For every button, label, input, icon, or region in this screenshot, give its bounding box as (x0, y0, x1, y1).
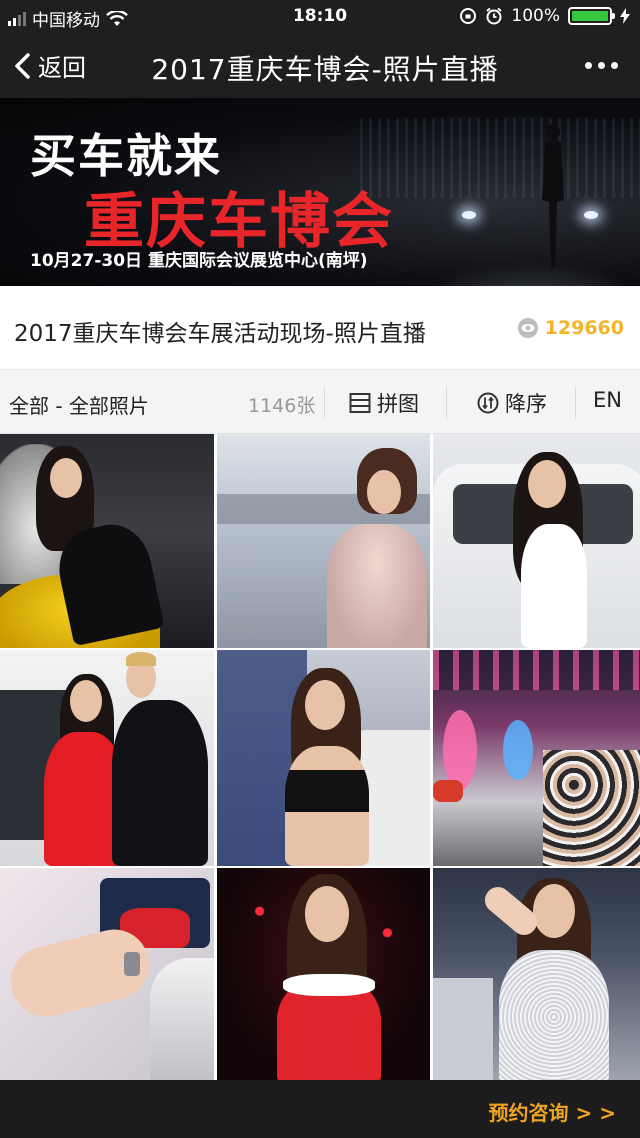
more-dot-icon (598, 62, 605, 69)
language-toggle[interactable]: EN (593, 388, 622, 412)
album-title: 2017重庆车博会车展活动现场-照片直播 (14, 321, 426, 347)
page-title: 2017重庆车博会-照片直播 (151, 53, 499, 86)
photo-stage-lights (433, 650, 640, 690)
collage-label: 拼图 (377, 392, 419, 416)
bottom-bar: 预约咨询 > > (0, 1080, 640, 1138)
filter-bar: 全部 - 全部照片 1146张 拼图 降序 EN (0, 370, 640, 434)
photo-thumbnail[interactable] (433, 650, 640, 866)
alarm-icon (486, 7, 503, 25)
photo-white-collar (283, 974, 375, 996)
banner-city-lights (360, 118, 640, 198)
more-menu-button[interactable] (585, 62, 618, 69)
eye-icon (517, 318, 538, 338)
photo-model-face (70, 680, 102, 722)
photo-man-suit (112, 700, 208, 866)
photo-thumbnail[interactable] (0, 868, 214, 1080)
photo-car-bg (433, 978, 493, 1080)
photo-blue-wings (503, 720, 533, 780)
divider (446, 387, 447, 419)
photo-pink-wings (443, 710, 477, 790)
status-right: 100% (459, 6, 630, 26)
photo-model-face (305, 886, 349, 942)
status-bar: 中国移动 18:10 100% (0, 0, 640, 34)
chevron-left-icon (15, 52, 30, 79)
view-count: 129660 (517, 317, 624, 339)
banner-model-silhouette (542, 124, 564, 268)
photo-thumbnail[interactable] (217, 868, 430, 1080)
photo-watch (124, 952, 140, 976)
rotation-lock-icon (460, 8, 477, 24)
album-header: 2017重庆车博会车展活动现场-照片直播 129660 (0, 286, 640, 370)
consult-button[interactable]: 预约咨询 > > (489, 1097, 616, 1126)
sort-icon (477, 392, 499, 414)
photo-thumbnail[interactable] (217, 650, 430, 866)
photo-model-face (50, 458, 82, 498)
photo-model-dress (521, 524, 587, 648)
photo-thumbnail[interactable] (433, 868, 640, 1080)
photo-thumbnail[interactable] (0, 650, 214, 866)
collage-icon (349, 393, 371, 413)
nav-bar: 返回 2017重庆车博会-照片直播 (0, 34, 640, 98)
photo-thumbnail[interactable] (433, 434, 640, 648)
sort-label: 降序 (505, 392, 547, 416)
headlight-right (584, 211, 598, 219)
photo-grid (0, 434, 640, 1080)
banner-car-silhouette (420, 258, 640, 286)
headlight-left (462, 211, 476, 219)
charging-icon (620, 8, 630, 24)
photo-car-mirror (150, 958, 214, 1080)
battery-percent: 100% (511, 6, 560, 26)
more-dot-icon (585, 62, 592, 69)
photo-man-hair (126, 652, 156, 666)
category-selector[interactable]: 全部 - 全部照片 (9, 390, 149, 419)
battery-icon (568, 7, 615, 25)
event-banner[interactable]: 买车就来 重庆车博会 10月27-30日 重庆国际会议展览中心(南坪) (0, 98, 640, 286)
photo-crowd (543, 750, 640, 866)
photo-red-car (433, 780, 463, 802)
more-dot-icon (611, 62, 618, 69)
view-count-value: 129660 (544, 317, 624, 339)
photo-count: 1146张 (248, 395, 316, 417)
language-label: EN (593, 388, 622, 412)
photo-thumbnail[interactable] (217, 434, 430, 648)
photo-model-face (533, 884, 575, 938)
photo-model-face (528, 460, 566, 508)
divider (324, 387, 325, 419)
photo-model-face (367, 470, 401, 514)
back-label: 返回 (38, 54, 86, 82)
divider (575, 387, 576, 419)
photo-model-outfit (285, 746, 369, 866)
photo-model-dress (499, 950, 609, 1080)
banner-date-venue: 10月27-30日 重庆国际会议展览中心(南坪) (30, 251, 368, 271)
sort-button[interactable]: 降序 (477, 388, 547, 418)
photo-thumbnail[interactable] (0, 434, 214, 648)
photo-model-face (305, 680, 345, 730)
collage-button[interactable]: 拼图 (349, 388, 419, 418)
back-button[interactable]: 返回 (12, 48, 86, 83)
photo-model-back (327, 524, 427, 648)
